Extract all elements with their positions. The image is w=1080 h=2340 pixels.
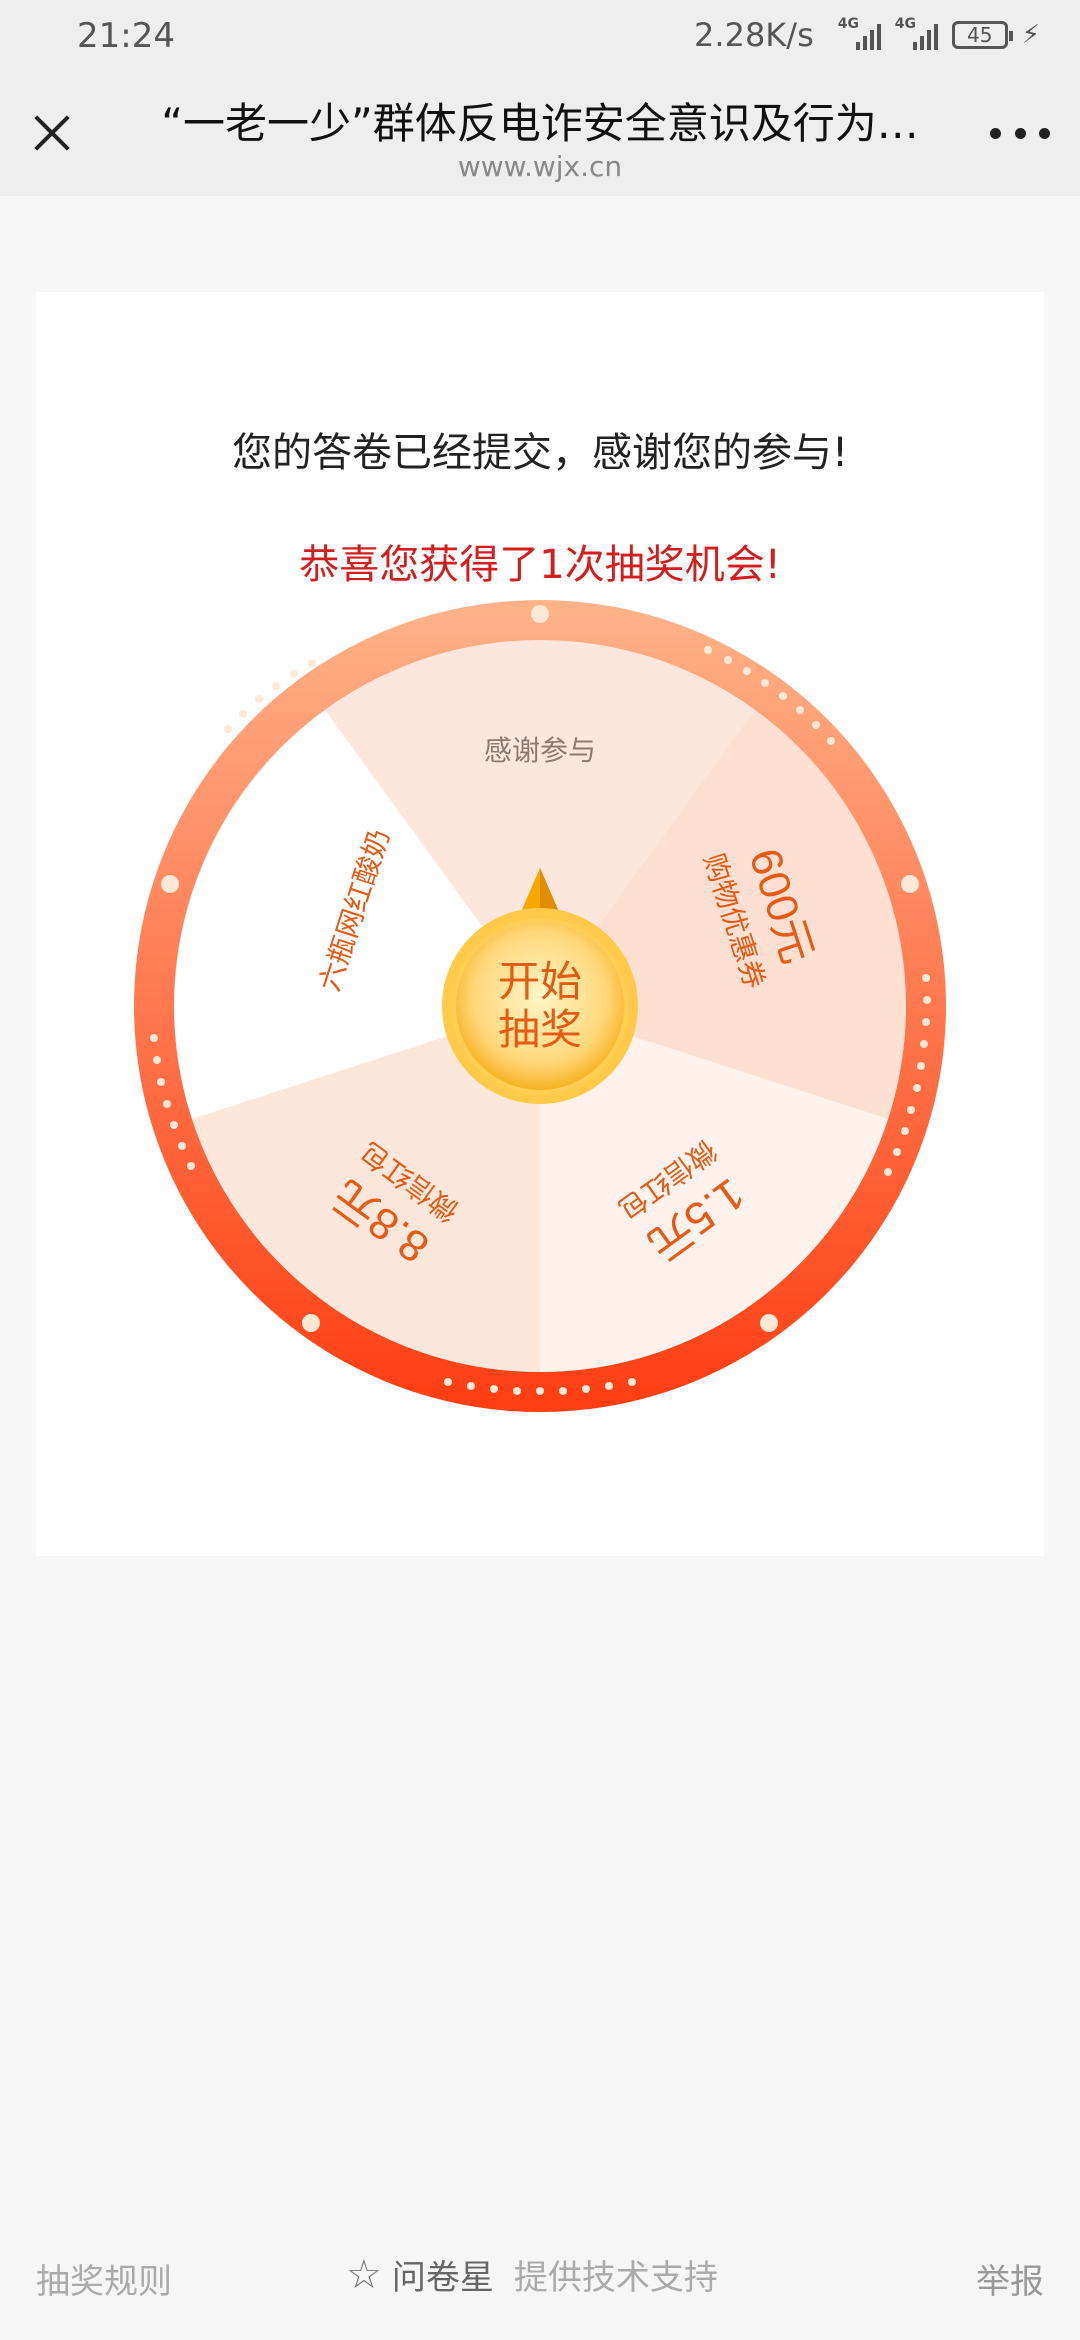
network-speed: 2.28K/s bbox=[694, 16, 814, 54]
page-title: “一老一少”群体反电诈安全意识及行为… bbox=[161, 99, 919, 148]
page-url: www.wjx.cn bbox=[457, 150, 623, 183]
status-bar: 21:24 2.28K/s 4G 4G 45 ⚡ bbox=[0, 0, 1080, 70]
result-card: 您的答卷已经提交，感谢您的参与! 恭喜您获得了1次抽奖机会! 感谢参与 600元… bbox=[36, 292, 1044, 1556]
segment-thanks-label: 感谢参与 bbox=[484, 735, 596, 766]
start-lottery-line1: 开始 bbox=[498, 958, 582, 1005]
brand-credit: ☆ 问卷星 提供技术支持 bbox=[346, 2250, 718, 2299]
report-link[interactable]: 举报 bbox=[976, 2254, 1044, 2303]
lottery-rules-link[interactable]: 抽奖规则 bbox=[36, 2254, 172, 2303]
status-time: 21:24 bbox=[77, 16, 175, 56]
lottery-chance-text: 恭喜您获得了1次抽奖机会! bbox=[299, 542, 781, 588]
status-icons: 2.28K/s 4G 4G 45 ⚡ bbox=[694, 16, 1040, 54]
signal-icon-2: 4G bbox=[895, 16, 938, 50]
support-text: 提供技术支持 bbox=[513, 2258, 718, 2298]
battery-icon: 45 bbox=[951, 21, 1013, 49]
signal-icon: 4G bbox=[838, 16, 881, 50]
star-icon: ☆ bbox=[346, 2251, 382, 2298]
brand-name[interactable]: 问卷星 bbox=[392, 2250, 494, 2299]
start-lottery-line2: 抽奖 bbox=[498, 1006, 582, 1053]
footer: 抽奖规则 ☆ 问卷星 提供技术支持 举报 bbox=[0, 2240, 1080, 2320]
lottery-wheel: 感谢参与 600元 购物优惠券 1.5元 微信红包 8.8元 微信红包 六瓶网红… bbox=[132, 598, 948, 1414]
nav-bar: “一老一少”群体反电诈安全意识及行为… www.wjx.cn bbox=[0, 70, 1080, 196]
submission-thanks: 您的答卷已经提交，感谢您的参与! bbox=[231, 430, 849, 476]
start-lottery-button[interactable]: 开始 抽奖 bbox=[442, 908, 638, 1104]
more-icon[interactable] bbox=[990, 128, 1050, 144]
charging-icon: ⚡ bbox=[1021, 20, 1040, 50]
